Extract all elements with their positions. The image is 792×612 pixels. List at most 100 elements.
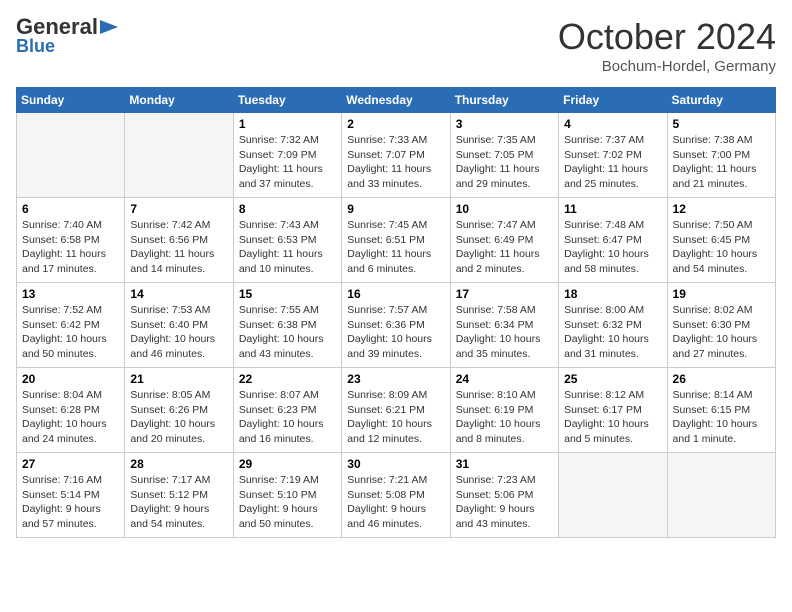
day-info: Sunrise: 7:33 AMSunset: 7:07 PMDaylight:… <box>347 133 444 192</box>
day-number: 23 <box>347 372 444 386</box>
day-info: Sunrise: 8:02 AMSunset: 6:30 PMDaylight:… <box>673 303 770 362</box>
day-number: 4 <box>564 117 661 131</box>
logo-general: General <box>16 16 118 38</box>
day-number: 31 <box>456 457 553 471</box>
day-number: 2 <box>347 117 444 131</box>
day-info: Sunrise: 8:10 AMSunset: 6:19 PMDaylight:… <box>456 388 553 447</box>
day-info: Sunrise: 7:16 AMSunset: 5:14 PMDaylight:… <box>22 473 119 532</box>
day-info: Sunrise: 7:21 AMSunset: 5:08 PMDaylight:… <box>347 473 444 532</box>
week-row-5: 27 Sunrise: 7:16 AMSunset: 5:14 PMDayligh… <box>17 453 776 538</box>
day-info: Sunrise: 7:35 AMSunset: 7:05 PMDaylight:… <box>456 133 553 192</box>
day-number: 16 <box>347 287 444 301</box>
calendar-cell: 12Sunrise: 7:50 AMSunset: 6:45 PMDayligh… <box>667 198 775 283</box>
day-info: Sunrise: 7:43 AMSunset: 6:53 PMDaylight:… <box>239 218 336 277</box>
logo-flag-icon <box>100 20 118 34</box>
weekday-header-sunday: Sunday <box>17 88 125 113</box>
day-number: 6 <box>22 202 119 216</box>
day-number: 21 <box>130 372 227 386</box>
day-info: Sunrise: 8:04 AMSunset: 6:28 PMDaylight:… <box>22 388 119 447</box>
calendar-cell: 7 Sunrise: 7:42 AMSunset: 6:56 PMDaylight… <box>125 198 233 283</box>
week-row-3: 13Sunrise: 7:52 AMSunset: 6:42 PMDayligh… <box>17 283 776 368</box>
day-number: 25 <box>564 372 661 386</box>
week-row-4: 20 Sunrise: 8:04 AMSunset: 6:28 PMDayligh… <box>17 368 776 453</box>
day-info: Sunrise: 7:55 AMSunset: 6:38 PMDaylight:… <box>239 303 336 362</box>
day-number: 30 <box>347 457 444 471</box>
calendar-cell: 23Sunrise: 8:09 AMSunset: 6:21 PMDayligh… <box>342 368 450 453</box>
day-info: Sunrise: 7:17 AMSunset: 5:12 PMDaylight:… <box>130 473 227 532</box>
day-info: Sunrise: 7:23 AMSunset: 5:06 PMDaylight:… <box>456 473 553 532</box>
calendar-cell: 29 Sunrise: 7:19 AMSunset: 5:10 PMDayligh… <box>233 453 341 538</box>
calendar-cell: 1 Sunrise: 7:32 AMSunset: 7:09 PMDaylight… <box>233 113 341 198</box>
day-number: 26 <box>673 372 770 386</box>
day-number: 15 <box>239 287 336 301</box>
day-number: 22 <box>239 372 336 386</box>
calendar-cell: 3 Sunrise: 7:35 AMSunset: 7:05 PMDaylight… <box>450 113 558 198</box>
day-number: 19 <box>673 287 770 301</box>
month-title: October 2024 <box>558 16 776 58</box>
day-number: 14 <box>130 287 227 301</box>
day-info: Sunrise: 7:48 AMSunset: 6:47 PMDaylight:… <box>564 218 661 277</box>
calendar-cell <box>125 113 233 198</box>
day-number: 11 <box>564 202 661 216</box>
logo-blue-text: Blue <box>16 36 55 57</box>
calendar-cell: 5 Sunrise: 7:38 AMSunset: 7:00 PMDaylight… <box>667 113 775 198</box>
day-info: Sunrise: 7:40 AMSunset: 6:58 PMDaylight:… <box>22 218 119 277</box>
day-info: Sunrise: 8:14 AMSunset: 6:15 PMDaylight:… <box>673 388 770 447</box>
weekday-header-monday: Monday <box>125 88 233 113</box>
day-info: Sunrise: 8:12 AMSunset: 6:17 PMDaylight:… <box>564 388 661 447</box>
weekday-header-friday: Friday <box>559 88 667 113</box>
day-info: Sunrise: 7:45 AMSunset: 6:51 PMDaylight:… <box>347 218 444 277</box>
page-header: General Blue October 2024 Bochum-Hordel,… <box>16 16 776 75</box>
calendar-cell: 24 Sunrise: 8:10 AMSunset: 6:19 PMDayligh… <box>450 368 558 453</box>
day-number: 1 <box>239 117 336 131</box>
day-info: Sunrise: 7:37 AMSunset: 7:02 PMDaylight:… <box>564 133 661 192</box>
day-info: Sunrise: 7:32 AMSunset: 7:09 PMDaylight:… <box>239 133 336 192</box>
day-info: Sunrise: 7:52 AMSunset: 6:42 PMDaylight:… <box>22 303 119 362</box>
day-info: Sunrise: 7:19 AMSunset: 5:10 PMDaylight:… <box>239 473 336 532</box>
calendar-cell: 8 Sunrise: 7:43 AMSunset: 6:53 PMDaylight… <box>233 198 341 283</box>
day-number: 9 <box>347 202 444 216</box>
weekday-header-row: SundayMondayTuesdayWednesdayThursdayFrid… <box>17 88 776 113</box>
calendar-cell: 15 Sunrise: 7:55 AMSunset: 6:38 PMDayligh… <box>233 283 341 368</box>
calendar-cell: 22 Sunrise: 8:07 AMSunset: 6:23 PMDayligh… <box>233 368 341 453</box>
day-info: Sunrise: 8:05 AMSunset: 6:26 PMDaylight:… <box>130 388 227 447</box>
day-number: 20 <box>22 372 119 386</box>
day-number: 29 <box>239 457 336 471</box>
day-number: 5 <box>673 117 770 131</box>
calendar-cell <box>17 113 125 198</box>
day-number: 27 <box>22 457 119 471</box>
weekday-header-thursday: Thursday <box>450 88 558 113</box>
calendar-cell: 31 Sunrise: 7:23 AMSunset: 5:06 PMDayligh… <box>450 453 558 538</box>
calendar-cell: 4 Sunrise: 7:37 AMSunset: 7:02 PMDaylight… <box>559 113 667 198</box>
logo: General Blue <box>16 16 118 57</box>
day-number: 7 <box>130 202 227 216</box>
calendar-cell: 9 Sunrise: 7:45 AMSunset: 6:51 PMDaylight… <box>342 198 450 283</box>
weekday-header-tuesday: Tuesday <box>233 88 341 113</box>
calendar-cell: 19 Sunrise: 8:02 AMSunset: 6:30 PMDayligh… <box>667 283 775 368</box>
calendar-cell: 17Sunrise: 7:58 AMSunset: 6:34 PMDayligh… <box>450 283 558 368</box>
calendar-body: 1 Sunrise: 7:32 AMSunset: 7:09 PMDaylight… <box>17 113 776 538</box>
day-info: Sunrise: 8:00 AMSunset: 6:32 PMDaylight:… <box>564 303 661 362</box>
day-info: Sunrise: 7:58 AMSunset: 6:34 PMDaylight:… <box>456 303 553 362</box>
day-number: 24 <box>456 372 553 386</box>
calendar-cell: 18Sunrise: 8:00 AMSunset: 6:32 PMDayligh… <box>559 283 667 368</box>
calendar-header: SundayMondayTuesdayWednesdayThursdayFrid… <box>17 88 776 113</box>
day-info: Sunrise: 7:50 AMSunset: 6:45 PMDaylight:… <box>673 218 770 277</box>
calendar-cell: 28Sunrise: 7:17 AMSunset: 5:12 PMDayligh… <box>125 453 233 538</box>
calendar-cell: 6 Sunrise: 7:40 AMSunset: 6:58 PMDaylight… <box>17 198 125 283</box>
calendar-cell <box>559 453 667 538</box>
day-number: 10 <box>456 202 553 216</box>
day-number: 3 <box>456 117 553 131</box>
day-info: Sunrise: 7:38 AMSunset: 7:00 PMDaylight:… <box>673 133 770 192</box>
calendar-cell: 10 Sunrise: 7:47 AMSunset: 6:49 PMDayligh… <box>450 198 558 283</box>
calendar-cell: 21 Sunrise: 8:05 AMSunset: 6:26 PMDayligh… <box>125 368 233 453</box>
calendar-cell <box>667 453 775 538</box>
calendar-cell: 26 Sunrise: 8:14 AMSunset: 6:15 PMDayligh… <box>667 368 775 453</box>
day-info: Sunrise: 7:42 AMSunset: 6:56 PMDaylight:… <box>130 218 227 277</box>
calendar-cell: 13Sunrise: 7:52 AMSunset: 6:42 PMDayligh… <box>17 283 125 368</box>
day-info: Sunrise: 7:47 AMSunset: 6:49 PMDaylight:… <box>456 218 553 277</box>
calendar-cell: 2 Sunrise: 7:33 AMSunset: 7:07 PMDaylight… <box>342 113 450 198</box>
day-number: 8 <box>239 202 336 216</box>
calendar-cell: 25 Sunrise: 8:12 AMSunset: 6:17 PMDayligh… <box>559 368 667 453</box>
day-info: Sunrise: 8:07 AMSunset: 6:23 PMDaylight:… <box>239 388 336 447</box>
